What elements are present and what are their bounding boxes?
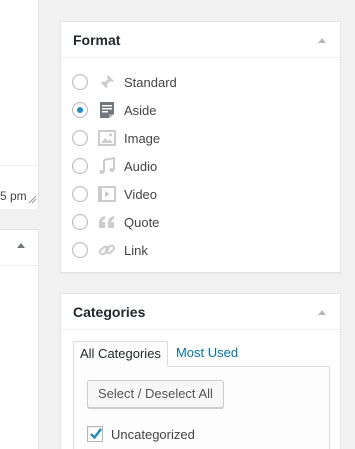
video-icon xyxy=(98,185,116,203)
aside-icon xyxy=(98,101,116,119)
image-icon xyxy=(98,129,116,147)
link-icon xyxy=(98,241,116,259)
left-column: 5 pm xyxy=(0,0,39,449)
format-label: Audio xyxy=(124,158,158,174)
format-metabox: Format Standard Aside Image Audio Video … xyxy=(60,21,341,273)
format-option-video[interactable]: Video xyxy=(72,180,332,208)
select-deselect-all-button[interactable]: Select / Deselect All xyxy=(87,380,224,408)
format-label: Image xyxy=(124,130,161,146)
divider xyxy=(0,265,39,266)
radio-standard[interactable] xyxy=(72,74,88,90)
radio-audio[interactable] xyxy=(72,158,88,174)
format-option-quote[interactable]: Quote xyxy=(72,208,332,236)
tab-most-used[interactable]: Most Used xyxy=(168,341,244,367)
format-option-link[interactable]: Link xyxy=(72,236,332,264)
radio-quote[interactable] xyxy=(72,214,88,230)
format-option-standard[interactable]: Standard xyxy=(72,68,332,96)
radio-video[interactable] xyxy=(72,186,88,202)
divider xyxy=(0,165,39,166)
format-option-aside[interactable]: Aside xyxy=(72,96,332,124)
format-title: Format xyxy=(73,32,121,48)
resize-handle-icon[interactable] xyxy=(27,194,37,204)
categories-collapse-toggle-icon[interactable] xyxy=(318,310,326,315)
tab-all-categories[interactable]: All Categories xyxy=(73,341,168,367)
publish-box-fragment xyxy=(0,0,39,209)
category-label: Uncategorized xyxy=(111,426,195,442)
format-option-image[interactable]: Image xyxy=(72,124,332,152)
time-fragment: 5 pm xyxy=(0,189,27,203)
radio-link[interactable] xyxy=(72,242,88,258)
format-options: Standard Aside Image Audio Video Quote L… xyxy=(72,68,332,264)
categories-header[interactable]: Categories xyxy=(61,294,340,330)
category-tabs: All Categories Most Used xyxy=(73,341,244,367)
format-label: Quote xyxy=(124,214,160,230)
format-label: Aside xyxy=(124,102,157,118)
pushpin-icon xyxy=(98,73,116,91)
quote-icon xyxy=(98,213,116,231)
format-label: Link xyxy=(124,242,148,258)
radio-aside[interactable] xyxy=(72,102,88,118)
category-panel: Select / Deselect All Uncategorized xyxy=(73,366,330,449)
checkmark-icon xyxy=(90,428,102,440)
radio-image[interactable] xyxy=(72,130,88,146)
format-label: Video xyxy=(124,186,158,202)
categories-title: Categories xyxy=(73,304,146,320)
format-label: Standard xyxy=(124,74,177,90)
left-box-fragment xyxy=(0,229,39,449)
category-checkbox[interactable] xyxy=(87,426,103,442)
format-option-audio[interactable]: Audio xyxy=(72,152,332,180)
collapse-toggle-icon[interactable] xyxy=(17,243,25,248)
category-item[interactable]: Uncategorized xyxy=(87,426,195,442)
format-collapse-toggle-icon[interactable] xyxy=(318,38,326,43)
format-header[interactable]: Format xyxy=(61,22,340,58)
music-note-icon xyxy=(98,157,116,175)
categories-metabox: Categories All Categories Most Used Sele… xyxy=(60,293,341,449)
